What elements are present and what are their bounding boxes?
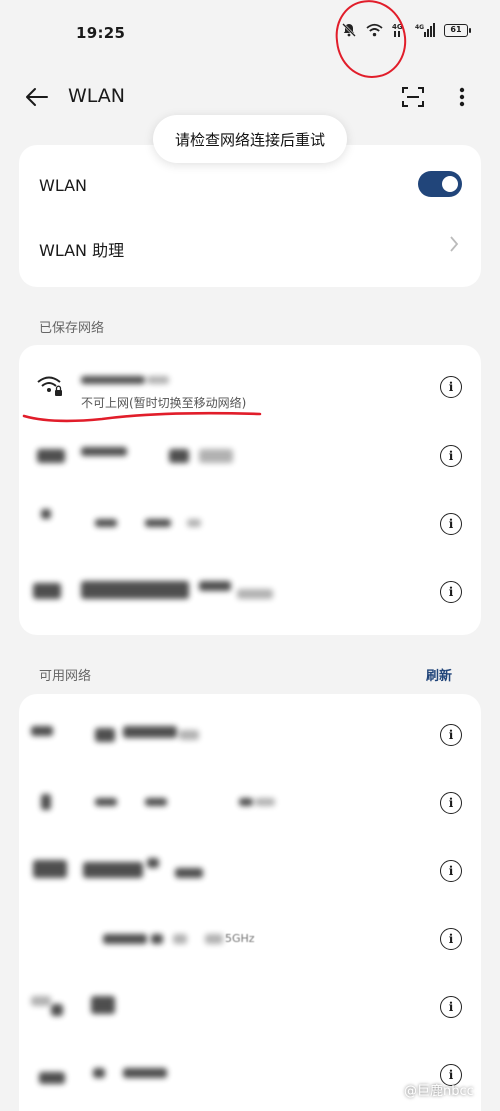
- svg-text:4G: 4G: [415, 24, 424, 31]
- saved-networks-title: 已保存网络: [39, 321, 105, 336]
- wifi-icon: [37, 449, 65, 463]
- blurred-network-name: [147, 858, 159, 868]
- status-icons: 4G 4G 61: [341, 22, 471, 38]
- signal-4g-icon: 4G: [392, 22, 406, 38]
- blurred-network-name: [145, 519, 171, 527]
- wifi-icon: [39, 1072, 65, 1084]
- blurred-network-name: [237, 589, 273, 599]
- network-info-button[interactable]: i: [440, 860, 462, 882]
- blurred-network-name: [81, 376, 145, 384]
- saved-network-row-4[interactable]: i: [19, 559, 481, 625]
- wifi-locked-icon: [37, 376, 62, 396]
- network-info-button[interactable]: i: [440, 792, 462, 814]
- battery-indicator: 61: [444, 23, 471, 37]
- blurred-network-name: [81, 581, 189, 599]
- more-button[interactable]: [448, 82, 476, 112]
- signal-4g-icon-2: 4G: [415, 22, 435, 38]
- network-info-button[interactable]: i: [440, 376, 462, 398]
- blurred-network-name: [145, 798, 167, 806]
- more-vertical-icon: [459, 87, 465, 107]
- network-status-text: 不可上网(暂时切换至移动网络): [81, 396, 247, 410]
- blurred-network-name: [147, 376, 169, 384]
- blurred-network-name: [169, 449, 189, 463]
- status-time: 19:25: [76, 24, 126, 42]
- page-title: WLAN: [68, 85, 126, 107]
- wifi-icon: [31, 726, 53, 736]
- scan-button[interactable]: [398, 82, 428, 112]
- blurred-network-name: [83, 862, 143, 878]
- available-network-row-1[interactable]: i: [19, 702, 481, 768]
- blurred-network-name: [95, 519, 117, 527]
- network-info-button[interactable]: i: [440, 996, 462, 1018]
- network-info-button[interactable]: i: [440, 513, 462, 535]
- blurred-network-name: [93, 1068, 105, 1078]
- saved-network-row-2[interactable]: i: [19, 423, 481, 489]
- blurred-network-name: [175, 868, 203, 878]
- toast-message: 请检查网络连接后重试: [153, 115, 347, 163]
- blurred-network-name: [179, 730, 199, 740]
- watermark: @巨鹿nbcc: [404, 1084, 474, 1099]
- available-network-row-3[interactable]: i: [19, 838, 481, 904]
- wlan-assistant-label: WLAN 助理: [39, 241, 125, 260]
- wlan-assistant-row[interactable]: WLAN 助理: [39, 237, 479, 267]
- blurred-network-name: [91, 996, 115, 1014]
- saved-networks-card: 不可上网(暂时切换至移动网络) i i i i: [19, 345, 481, 635]
- blurred-network-name: [199, 581, 231, 591]
- svg-text:4G: 4G: [392, 23, 403, 31]
- available-network-row-4[interactable]: 5GHz i: [19, 906, 481, 972]
- wlan-settings-card: WLAN WLAN 助理: [19, 145, 481, 287]
- wifi-icon: [366, 23, 383, 37]
- blurred-network-name: [151, 934, 163, 944]
- wifi-icon: [33, 860, 67, 878]
- saved-network-row-1[interactable]: 不可上网(暂时切换至移动网络) i: [19, 345, 481, 411]
- wifi-icon: [41, 509, 51, 519]
- network-info-button[interactable]: i: [440, 928, 462, 950]
- blurred-network-name: [255, 798, 275, 806]
- wifi-icon: [33, 583, 61, 599]
- available-networks-card: i i i 5GHz i i i: [19, 694, 481, 1111]
- status-bar: 19:25 4G 4G 61: [0, 0, 500, 82]
- network-band-label: 5GHz: [225, 932, 255, 945]
- scan-icon: [402, 87, 424, 107]
- blurred-network-name: [95, 728, 115, 742]
- blurred-network-name: [187, 519, 201, 527]
- blurred-network-name: [95, 798, 117, 806]
- wifi-icon: [31, 996, 51, 1006]
- chevron-right-icon: [450, 236, 459, 252]
- blurred-network-name: [123, 1068, 167, 1078]
- back-button[interactable]: [22, 82, 52, 112]
- blurred-network-name: [81, 447, 127, 456]
- saved-network-row-3[interactable]: i: [19, 491, 481, 557]
- blurred-network-name: [173, 934, 187, 944]
- blurred-network-name: [123, 726, 177, 738]
- network-info-button[interactable]: i: [440, 581, 462, 603]
- network-info-button[interactable]: i: [440, 445, 462, 467]
- wlan-toggle[interactable]: [418, 171, 462, 197]
- available-network-row-5[interactable]: i: [19, 974, 481, 1040]
- back-arrow-icon: [26, 88, 48, 106]
- blurred-network-name: [205, 934, 223, 944]
- wlan-toggle-label: WLAN: [39, 176, 88, 195]
- available-network-row-2[interactable]: i: [19, 770, 481, 836]
- blurred-network-name: [103, 934, 147, 944]
- refresh-button[interactable]: 刷新: [426, 665, 452, 684]
- wifi-icon: [51, 1004, 63, 1016]
- mute-bell-icon: [341, 22, 357, 38]
- toggle-knob: [442, 176, 458, 192]
- blurred-network-name: [239, 798, 253, 806]
- available-networks-title: 可用网络: [39, 669, 92, 684]
- network-info-button[interactable]: i: [440, 724, 462, 746]
- blurred-network-name: [199, 449, 233, 463]
- wifi-icon: [41, 794, 51, 810]
